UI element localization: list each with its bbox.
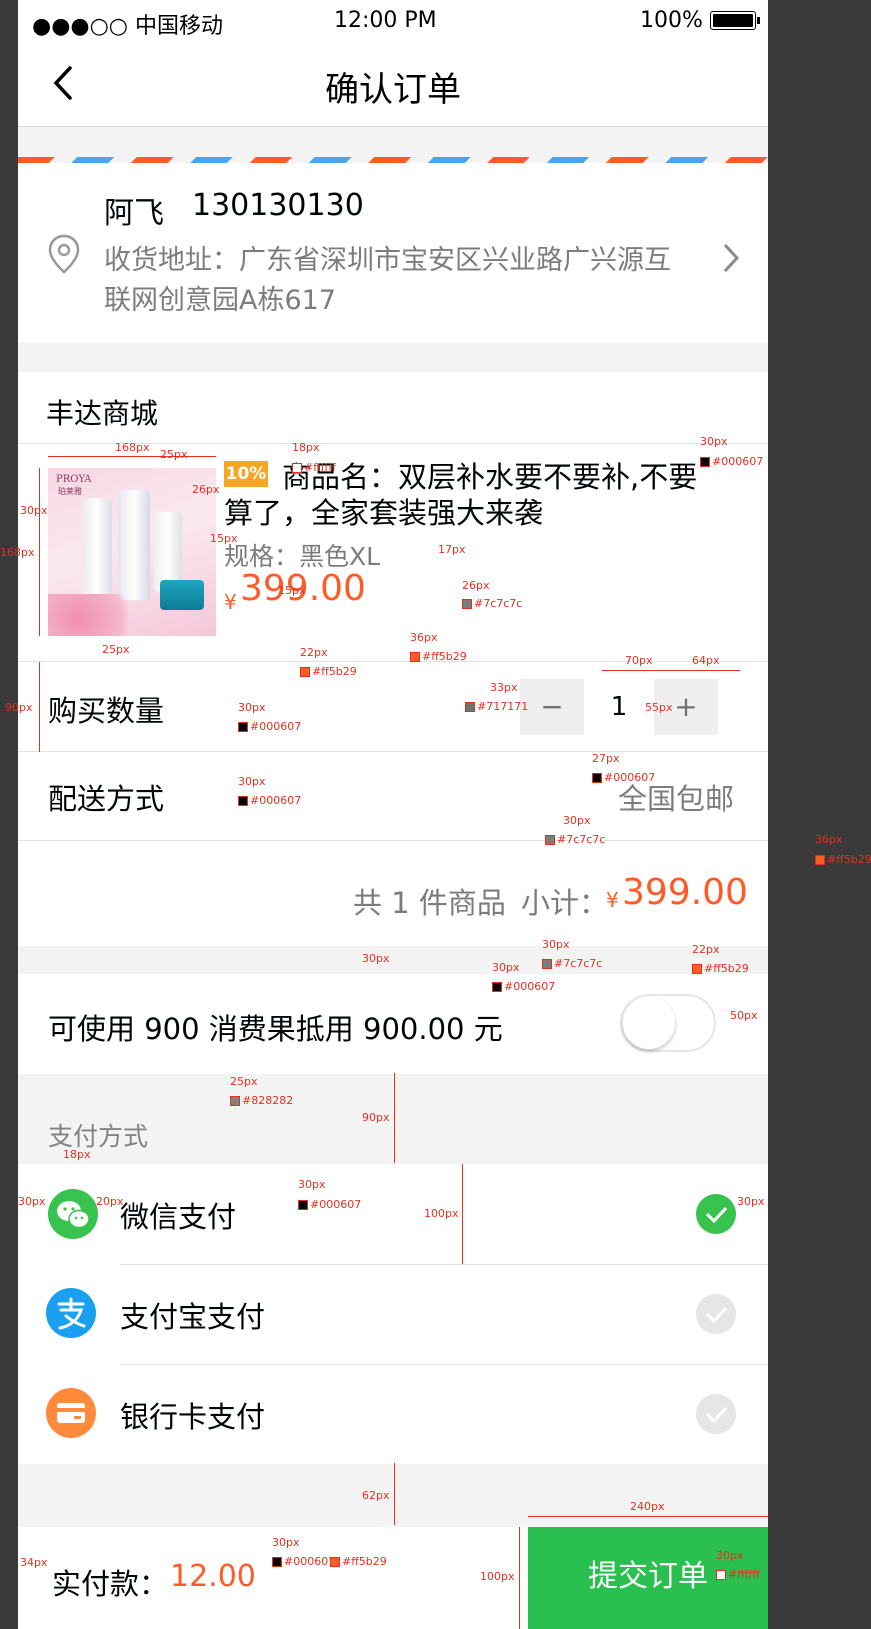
dimension-label: 55px [645,701,673,714]
dimension-label: 22px [300,646,328,659]
dimension-label: 15px [210,532,238,545]
dimension-label: 168px [0,546,35,559]
dimension-label: 18px [63,1148,91,1161]
dimension-line [528,1516,768,1517]
dimension-line [462,1164,463,1264]
color-label: #ff5b29 [815,853,871,866]
color-value: #ff5b29 [827,853,871,866]
dimension-label: 62px [362,1489,390,1502]
dimension-label: 30px [737,1195,765,1208]
color-value: #000607 [284,1555,336,1568]
dimension-label: 26px [192,483,220,496]
dimension-label: 30px [563,814,591,827]
color-label: #ffffff [292,461,336,474]
color-value: #828282 [242,1094,294,1107]
color-label: #000607 [238,794,301,807]
dimension-label: 100px [424,1207,459,1220]
color-label: #ff5b29 [300,665,357,678]
color-label: #000607 [298,1198,361,1211]
color-label: #7c7c7c [542,957,602,970]
dimension-label: 25px [160,448,188,461]
color-value: #000607 [250,720,302,733]
dimension-label: 22px [692,943,720,956]
dimension-label: 25px [102,643,130,656]
color-value: #ff5b29 [342,1555,387,1568]
dimension-line [394,1073,395,1163]
dimension-label: 100px [480,1570,515,1583]
dimension-label: 30px [700,435,728,448]
color-label: #828282 [230,1094,293,1107]
color-label: #ff5b29 [692,962,749,975]
dimension-label: 30px [492,961,520,974]
dimension-label: 70px [625,654,653,667]
dimension-label: 30px [238,775,266,788]
dimension-label: 26px [462,579,490,592]
dimension-label: 30px [272,1536,300,1549]
color-label: #000607 [492,980,555,993]
color-value: #000607 [504,980,556,993]
dimension-label: 64px [692,654,720,667]
color-label: #717171 [465,700,528,713]
dimension-label: 90px [5,701,33,714]
color-value: #ffffff [304,461,336,474]
dimension-label: 30px [542,938,570,951]
color-value: #7c7c7c [554,957,603,970]
annotation-overlay: 168px 25px 18px #ffffff 26px 30px 168px … [0,0,871,1629]
dimension-label: 50px [730,1009,758,1022]
dimension-label: 34px [20,1556,48,1569]
dimension-label: 25px [230,1075,258,1088]
color-value: #000607 [712,455,764,468]
dimension-label: 240px [630,1500,665,1513]
dimension-line [48,456,216,457]
dimension-label: 30px [18,1195,46,1208]
color-value: #ff5b29 [704,962,749,975]
color-label: #000607 [592,771,655,784]
color-value: #717171 [477,700,529,713]
color-value: #ff5b29 [422,650,467,663]
dimension-line [394,1463,395,1525]
dimension-label: 90px [362,1111,390,1124]
color-value: #7c7c7c [474,597,523,610]
color-label: #7c7c7c [545,833,605,846]
dimension-label: 30px [238,701,266,714]
dimension-label: 27px [592,752,620,765]
dimension-label: 30px [362,952,390,965]
color-value: #ffffff [728,1568,760,1581]
dimension-line [519,1527,520,1629]
dimension-label: 17px [438,543,466,556]
color-label: #000607 [238,720,301,733]
dimension-label: 20px [96,1195,124,1208]
color-value: #000607 [604,771,656,784]
color-value: #000607 [310,1198,362,1211]
dimension-label: 30px [20,504,48,517]
dimension-line [39,662,40,752]
color-label: #ffffff [716,1568,760,1581]
dimension-label: 15px [278,584,306,597]
dimension-label: 36px [410,631,438,644]
dimension-label: 168px [115,441,150,454]
color-value: #ff5b29 [312,665,357,678]
color-value: #7c7c7c [557,833,606,846]
color-label: #000607 [700,455,763,468]
color-label: #ff5b29 [330,1555,387,1568]
dimension-label: 33px [490,681,518,694]
dimension-label: 18px [292,441,320,454]
dimension-label: 30px [716,1549,744,1562]
dimension-label: 30px [298,1178,326,1191]
color-label: #7c7c7c [462,597,522,610]
dimension-line [39,468,40,636]
color-label: #000607 [272,1555,335,1568]
color-label: #ff5b29 [410,650,467,663]
dimension-label: 36px [815,833,843,846]
dimension-line [602,670,740,671]
color-value: #000607 [250,794,302,807]
